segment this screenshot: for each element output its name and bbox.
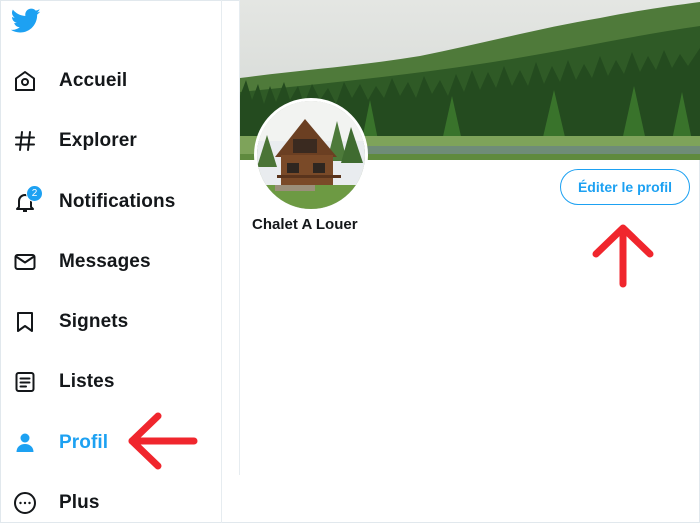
sidebar-item-label: Signets [59,311,129,332]
sidebar-item-listes[interactable]: Listes [12,364,212,400]
more-icon [12,490,38,516]
sidebar-item-messages[interactable]: Messages [12,244,212,280]
list-icon [12,369,38,395]
edit-profile-button[interactable]: Éditer le profil [560,169,690,205]
sidebar-item-label: Plus [59,492,100,513]
bell-icon: 2 [12,185,43,215]
annotation-arrow-up-icon [592,224,654,288]
hashtag-icon [12,128,38,154]
sidebar-item-label: Notifications [59,191,176,212]
sidebar-item-label: Explorer [59,130,137,151]
sidebar-item-notifications[interactable]: 2 Notifications [12,184,212,220]
sidebar-item-label: Listes [59,371,115,392]
sidebar-item-explorer[interactable]: Explorer [12,123,212,159]
sidebar-item-plus[interactable]: Plus [12,485,212,521]
sidebar-item-label: Accueil [59,70,128,91]
envelope-icon [12,249,38,275]
annotation-arrow-left-icon [128,412,198,470]
sidebar-item-signets[interactable]: Signets [12,304,212,340]
twitter-bird-icon[interactable] [10,8,41,34]
person-icon [12,430,38,456]
profile-display-name: Chalet A Louer [252,216,358,233]
sidebar-item-accueil[interactable]: Accueil [12,63,212,99]
notification-badge: 2 [26,185,43,202]
avatar[interactable] [254,98,368,212]
sidebar-item-label: Messages [59,251,151,272]
sidebar-item-label: Profil [59,432,109,453]
home-icon [12,68,38,94]
bookmark-icon [12,309,38,335]
